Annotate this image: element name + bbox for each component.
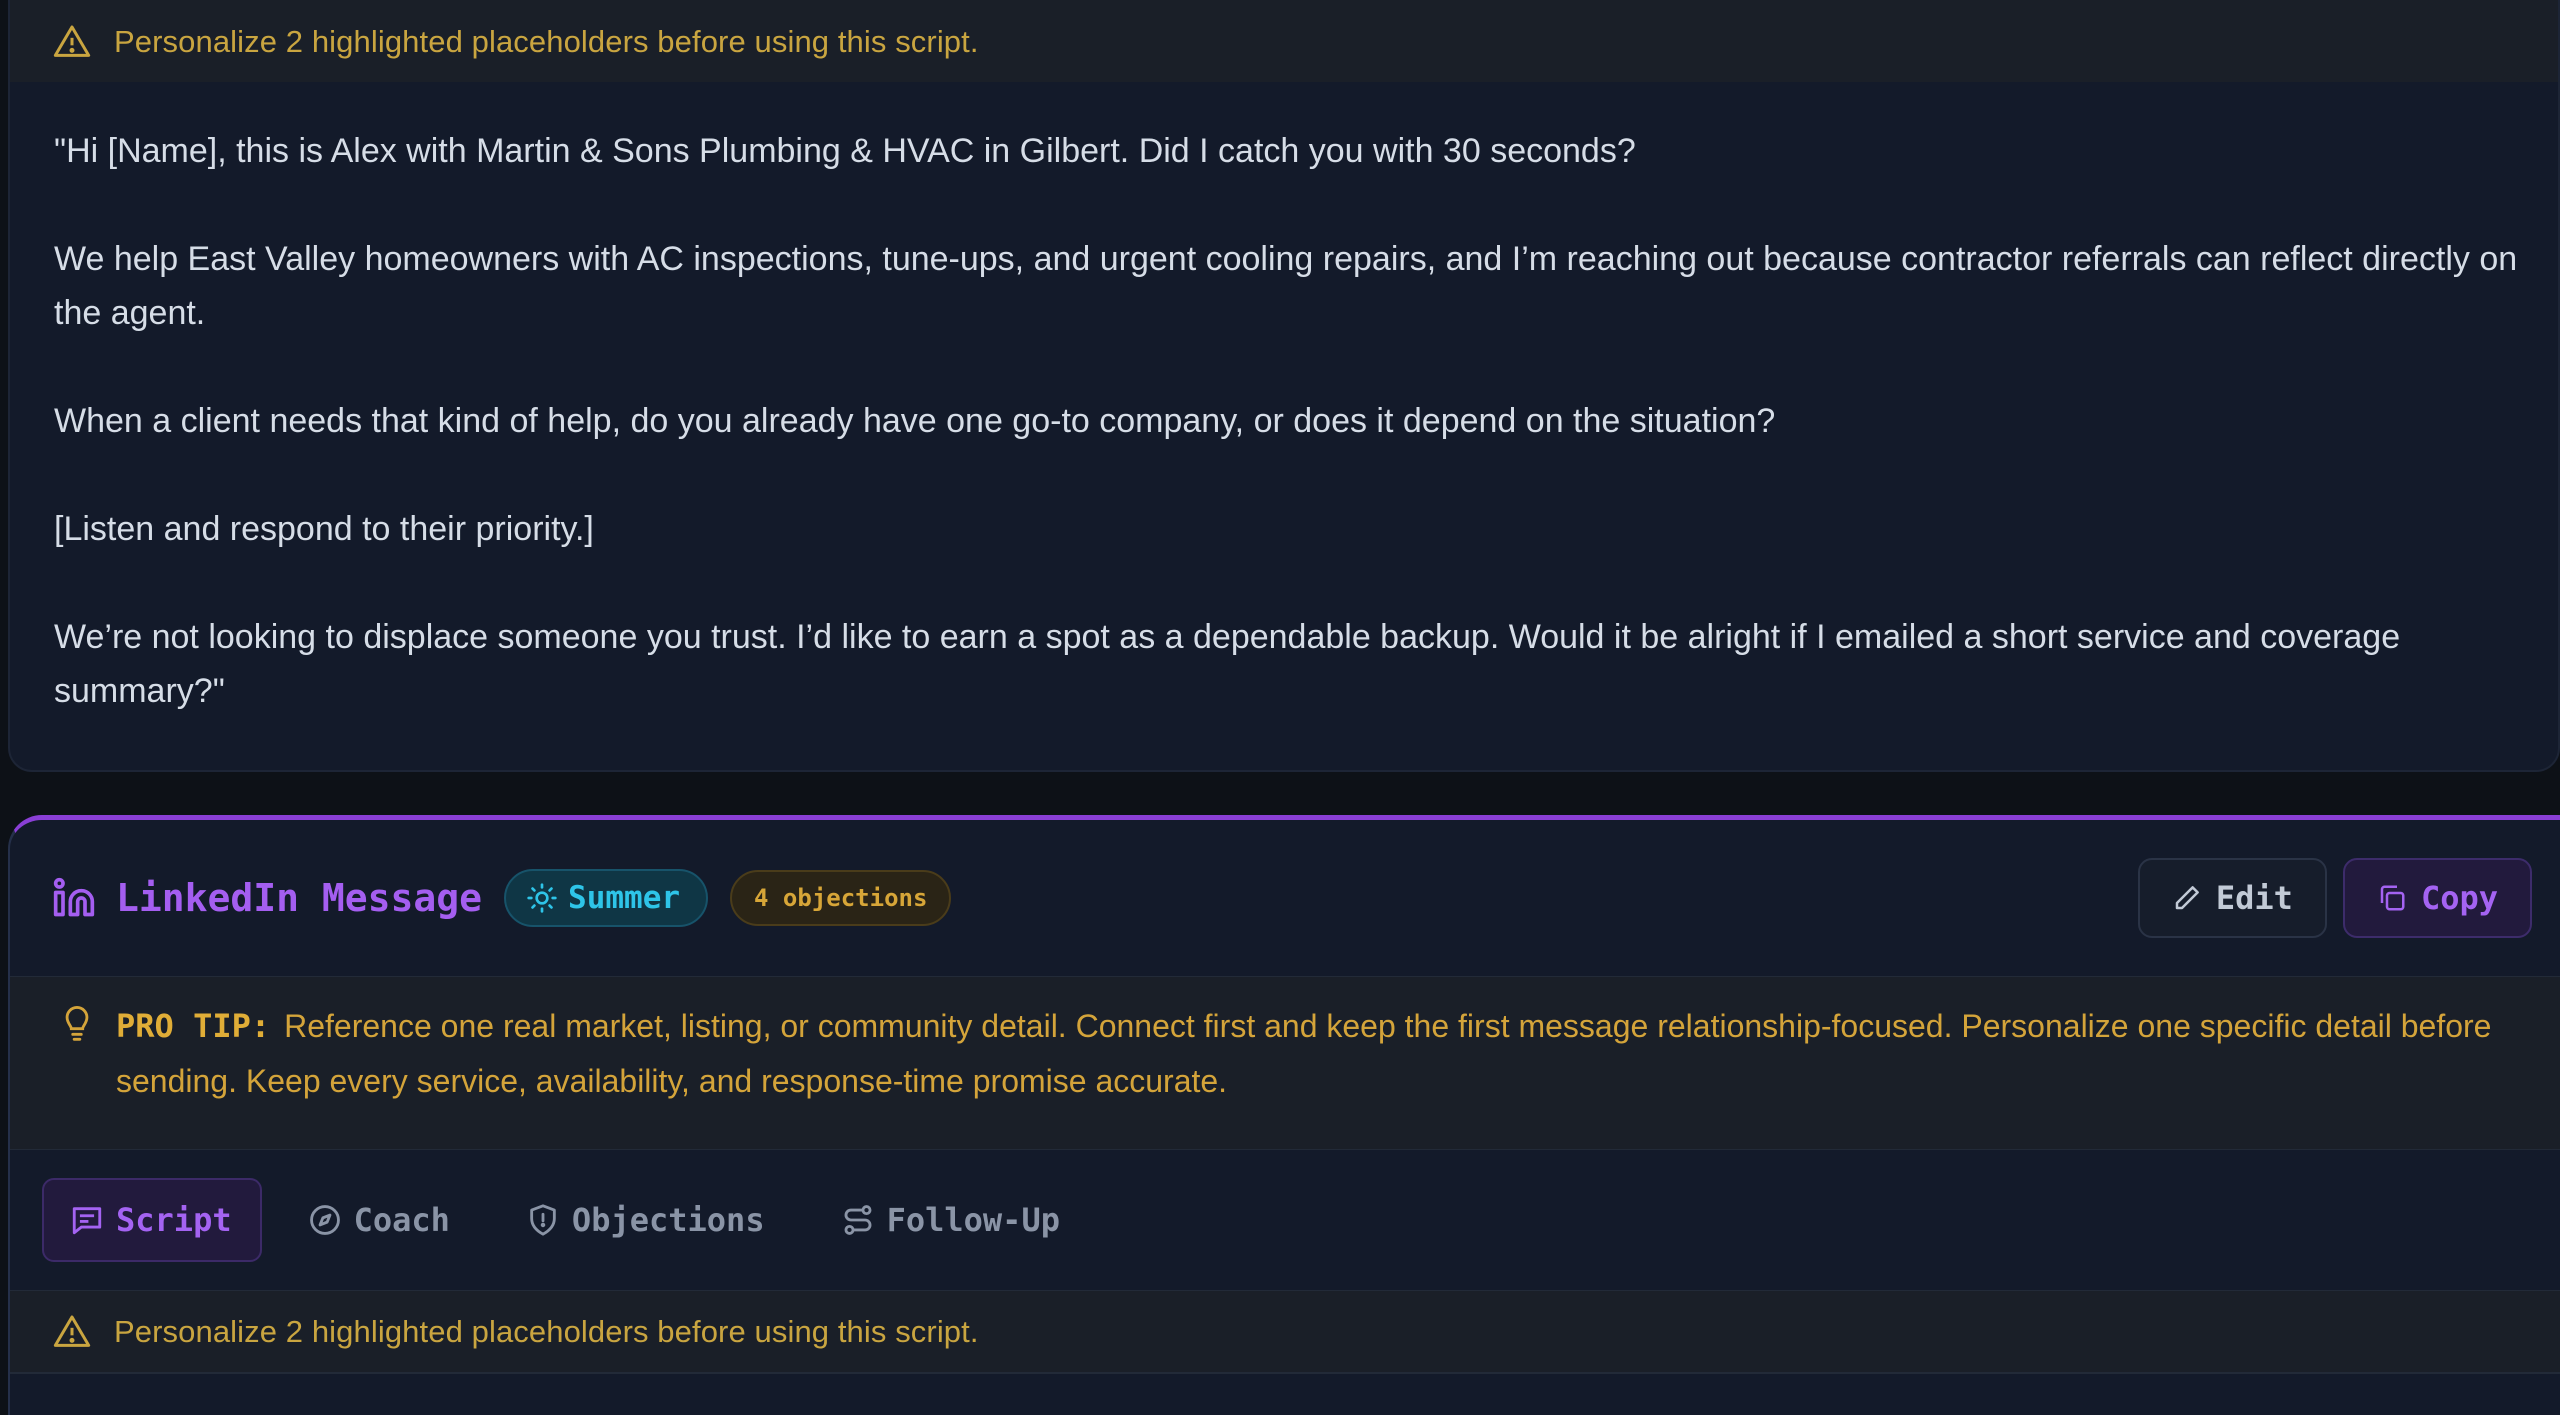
tab-label: Coach xyxy=(353,1201,450,1239)
tab-label: Script xyxy=(116,1201,232,1239)
tab-label: Objections xyxy=(571,1201,765,1239)
previous-script-card: Personalize 2 highlighted placeholders b… xyxy=(8,0,2560,772)
linkedin-message-card: LinkedIn Message Summer 4 objections Edi… xyxy=(8,815,2560,1415)
pencil-icon xyxy=(2175,886,2199,910)
sun-icon xyxy=(527,883,557,913)
script-tabs: Script Coach Objections Follow-Up xyxy=(10,1150,2560,1290)
script-paragraph: When a client needs that kind of help, d… xyxy=(54,402,1776,440)
warning-icon xyxy=(53,1315,91,1347)
card-title: LinkedIn Message xyxy=(116,876,483,920)
lightbulb-icon xyxy=(65,1006,89,1041)
season-label: Summer xyxy=(568,880,681,916)
edit-label: Edit xyxy=(2215,879,2293,917)
route-icon xyxy=(844,1205,872,1235)
copy-label: Copy xyxy=(2420,879,2498,917)
copy-button[interactable]: Copy xyxy=(2342,858,2532,938)
edit-button[interactable]: Edit xyxy=(2137,858,2327,938)
placeholder-warning: Personalize 2 highlighted placeholders b… xyxy=(10,0,2558,82)
tab-script[interactable]: Script xyxy=(42,1178,262,1262)
shield-icon xyxy=(530,1204,556,1236)
tab-follow-up[interactable]: Follow-Up xyxy=(813,1178,1090,1262)
script-paragraph: [Listen and respond to their priority.] xyxy=(54,510,594,548)
pro-tip: PRO TIP: Reference one real market, listi… xyxy=(10,976,2560,1150)
warning-text: Personalize 2 highlighted placeholders b… xyxy=(114,24,979,59)
pro-tip-label: PRO TIP: xyxy=(116,1007,271,1045)
script-paragraph: "Hi [Name], this is Alex with Martin & S… xyxy=(54,132,1636,170)
message-icon xyxy=(72,1207,102,1235)
tab-objections[interactable]: Objections xyxy=(498,1178,795,1262)
season-badge: Summer xyxy=(504,869,709,927)
warning-text: Personalize 2 highlighted placeholders b… xyxy=(114,1313,979,1349)
pro-tip-text: PRO TIP: Reference one real market, listi… xyxy=(116,999,2500,1109)
card-header: LinkedIn Message Summer 4 objections Edi… xyxy=(10,820,2560,976)
tab-label: Follow-Up xyxy=(886,1201,1060,1239)
tab-coach[interactable]: Coach xyxy=(280,1178,480,1262)
linkedin-icon xyxy=(53,877,95,917)
pro-tip-body: Reference one real market, listing, or c… xyxy=(116,1008,2492,1099)
card-actions: Edit Copy xyxy=(2137,858,2532,938)
compass-icon xyxy=(309,1205,340,1235)
script-text: "Hi [Name], this is Alex with Martin & S… xyxy=(10,82,2558,718)
script-paragraph: We’re not looking to displace someone yo… xyxy=(54,618,2401,710)
objections-count-badge: 4 objections xyxy=(730,870,952,926)
warning-icon xyxy=(53,25,91,57)
placeholder-warning: Personalize 2 highlighted placeholders b… xyxy=(10,1290,2560,1374)
copy-icon xyxy=(2380,885,2405,911)
script-paragraph: We help East Valley homeowners with AC i… xyxy=(54,240,2518,332)
